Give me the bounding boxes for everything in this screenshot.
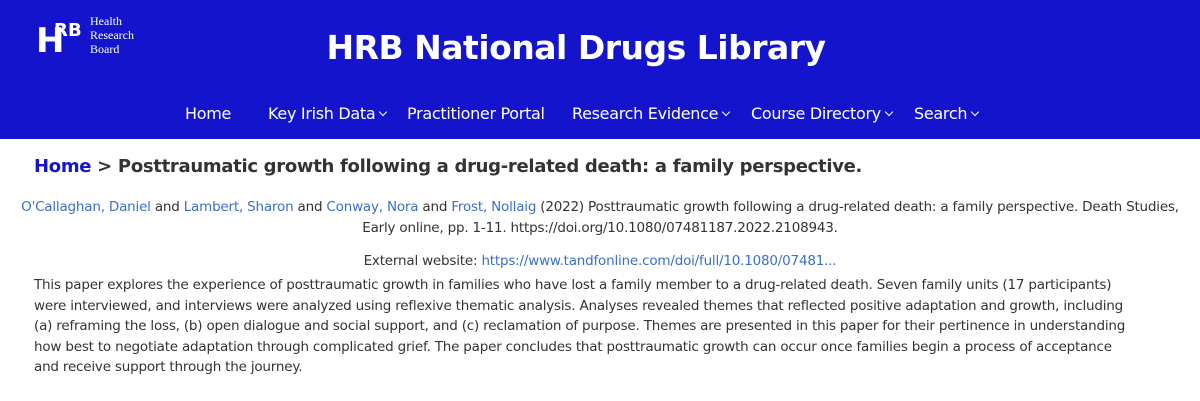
external-website-label: External website: bbox=[363, 253, 482, 269]
author-link[interactable]: O'Callaghan, Daniel bbox=[21, 199, 151, 215]
nav-key-irish-data[interactable]: Key Irish Data bbox=[268, 104, 388, 123]
breadcrumb: Home > Posttraumatic growth following a … bbox=[34, 156, 862, 177]
site-title[interactable]: HRB National Drugs Library bbox=[0, 28, 1152, 67]
external-website-link[interactable]: https://www.tandfonline.com/doi/full/10.… bbox=[481, 253, 836, 269]
abstract-text: This paper explores the experience of po… bbox=[34, 277, 1126, 375]
breadcrumb-separator: > bbox=[91, 156, 118, 177]
breadcrumb-home-link[interactable]: Home bbox=[34, 156, 92, 177]
author-link[interactable]: Conway, Nora bbox=[326, 199, 418, 215]
external-website: External website: https://www.tandfonlin… bbox=[0, 253, 1200, 269]
nav-research-evidence[interactable]: Research Evidence bbox=[572, 104, 731, 123]
citation: O'Callaghan, Daniel and Lambert, Sharon … bbox=[21, 199, 1179, 236]
main-nav: Home Key Irish Data Practitioner Portal … bbox=[0, 104, 1200, 126]
chevron-down-icon bbox=[721, 107, 731, 117]
author-link[interactable]: Frost, Nollaig bbox=[451, 199, 536, 215]
chevron-down-icon bbox=[379, 107, 388, 117]
site-header: H R B Health Research Board HRB National… bbox=[0, 0, 1200, 139]
nav-home[interactable]: Home bbox=[185, 104, 231, 123]
chevron-down-icon bbox=[970, 107, 980, 117]
page-title: Posttraumatic growth following a drug-re… bbox=[117, 156, 863, 177]
nav-practitioner-portal[interactable]: Practitioner Portal bbox=[407, 104, 545, 123]
chevron-down-icon bbox=[884, 107, 894, 117]
nav-course-directory[interactable]: Course Directory bbox=[751, 104, 894, 123]
author-link[interactable]: Lambert, Sharon bbox=[184, 199, 294, 215]
nav-search[interactable]: Search bbox=[914, 104, 980, 123]
